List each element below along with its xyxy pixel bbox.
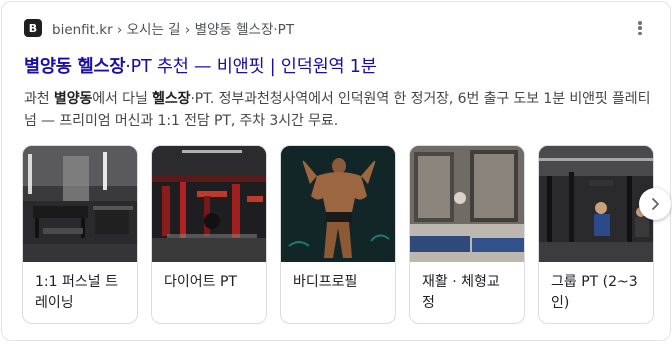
site-favicon: B: [24, 19, 42, 37]
snippet-text-2: 에서 다닐: [92, 91, 153, 107]
carousel-tile-2[interactable]: 다이어트 PT: [151, 145, 267, 324]
tile-label: 바디프로필: [293, 274, 358, 290]
snippet-bold-2: 헬스장: [152, 91, 191, 107]
tile-label: 1:1 퍼스널 트레이닝: [35, 274, 118, 311]
mirror-studio-photo: [410, 146, 524, 262]
red-machines-photo: [152, 146, 266, 262]
gym-members-photo: [539, 146, 653, 262]
carousel-tile-4[interactable]: 재활 · 체형교정: [409, 145, 525, 324]
tile-label: 재활 · 체형교정: [422, 274, 500, 311]
title-bold: 별양동 헬스장: [24, 57, 126, 77]
result-title-link[interactable]: 별양동 헬스장·PT 추천 — 비앤핏 | 인덕원역 1분: [24, 53, 377, 78]
tile-label: 다이어트 PT: [164, 274, 237, 290]
tile-label: 그룹 PT (2~3인): [551, 274, 638, 311]
carousel-next-button[interactable]: [639, 188, 671, 220]
carousel-tile-5[interactable]: 그룹 PT (2~3인): [538, 145, 654, 324]
source-breadcrumb[interactable]: bienfit.kr › 오시는 길 › 별양동 헬스장·PT: [52, 18, 294, 38]
more-options-icon[interactable]: [632, 19, 648, 37]
snippet-text-1: 과천: [24, 91, 54, 107]
bodybuilder-photo: [281, 146, 395, 262]
snippet-bold-1: 별양동: [53, 91, 93, 107]
result-snippet: 과천 별양동에서 다닐 헬스장·PT. 정부과천청사역에서 인덕원역 한 정거장…: [24, 88, 654, 132]
search-result-card: B bienfit.kr › 오시는 길 › 별양동 헬스장·PT 별양동 헬스…: [1, 1, 671, 341]
gym-floor-photo: [23, 146, 137, 262]
carousel-tile-1[interactable]: 1:1 퍼스널 트레이닝: [22, 145, 138, 324]
carousel-tile-3[interactable]: 바디프로필: [280, 145, 396, 324]
title-rest: ·PT 추천 — 비앤핏 | 인덕원역 1분: [125, 57, 377, 77]
source-row[interactable]: B bienfit.kr › 오시는 길 › 별양동 헬스장·PT: [24, 18, 294, 38]
chevron-right-icon: [652, 198, 659, 210]
